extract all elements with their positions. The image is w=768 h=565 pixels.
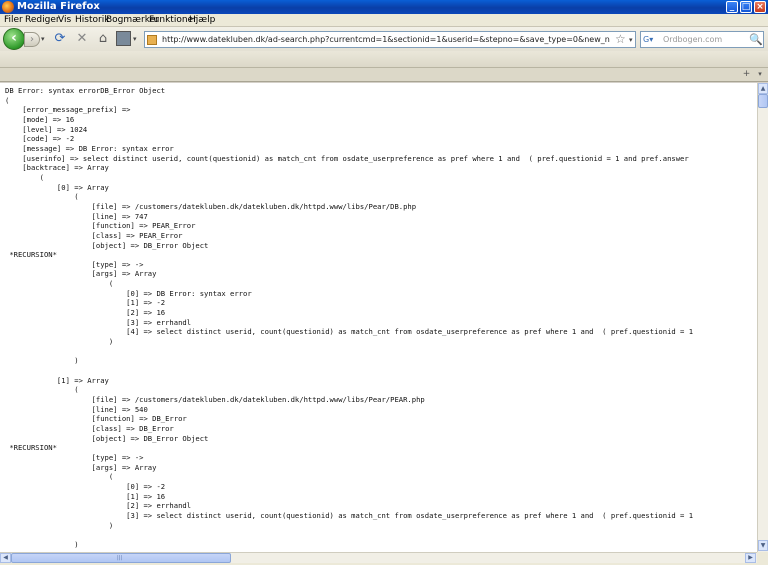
maximize-button[interactable]: □ [740, 1, 752, 13]
error-dump-line: [1] => -2 [5, 298, 166, 308]
error-dump-line: [message] => DB Error: syntax error [5, 143, 174, 153]
tab-list-dropdown-icon[interactable]: ▾ [754, 69, 766, 80]
error-dump-line: ) [5, 356, 79, 366]
error-dump-line: ) [5, 520, 114, 530]
error-dump-line: [line] => 540 [5, 404, 148, 414]
error-dump-line: [2] => 16 [5, 308, 166, 318]
error-dump-text: DB Error: syntax errorDB_Error Object ( … [0, 83, 757, 550]
home-icon[interactable]: ⌂ [95, 31, 111, 47]
search-engine-icon[interactable]: G▾ [643, 35, 653, 45]
search-bar[interactable]: G▾ Ordbogen.com 🔍 [640, 31, 764, 48]
scroll-down-button[interactable]: ▼ [758, 540, 768, 551]
menu-edit[interactable]: Rediger [25, 15, 60, 26]
error-dump-line: [error_message_prefix] => [5, 105, 131, 115]
back-button[interactable]: ‹ [3, 28, 25, 50]
error-dump-line: *RECURSION* [5, 443, 57, 453]
scroll-up-button[interactable]: ▲ [758, 83, 768, 94]
page-content: DB Error: syntax errorDB_Error Object ( … [0, 83, 757, 552]
error-dump-line: ( [5, 385, 79, 395]
vertical-scroll-thumb[interactable] [758, 94, 768, 108]
firefox-logo-icon [2, 1, 14, 13]
navigation-toolbar: ‹ › ▾ ⟳ ✕ ⌂ ▾ http://www.datekluben.dk/a… [0, 27, 768, 51]
minimize-button[interactable]: _ [726, 1, 738, 13]
error-dump-line: [args] => Array [5, 269, 157, 279]
addon-toolbar-icon[interactable] [116, 31, 131, 46]
search-icon[interactable]: 🔍 [749, 33, 763, 46]
error-dump-line: [userinfo] => select distinct userid, co… [5, 153, 689, 163]
error-dump-line: [type] => -> [5, 452, 144, 462]
error-dump-line: [0] => DB Error: syntax error [5, 288, 252, 298]
menu-help[interactable]: Hjælp [189, 15, 215, 26]
scroll-grip-icon: ||| [117, 555, 123, 561]
stop-icon[interactable]: ✕ [74, 31, 90, 47]
vertical-scrollbar[interactable]: ▲ ▼ [757, 83, 768, 552]
forward-button[interactable]: › [24, 32, 40, 47]
menu-history[interactable]: Historik [75, 15, 109, 26]
error-dump-line: [1] => Array [5, 375, 109, 385]
bookmarks-toolbar [0, 51, 768, 68]
error-dump-line: [backtrace] => Array [5, 163, 109, 173]
error-dump-line: ( [5, 472, 114, 482]
error-dump-line: [level] => 1024 [5, 124, 88, 134]
error-dump-line: [3] => select distinct userid, count(que… [5, 510, 694, 520]
error-dump-line: ( [5, 172, 44, 182]
address-bar[interactable]: http://www.datekluben.dk/ad-search.php?c… [144, 31, 636, 48]
menu-file[interactable]: Filer [4, 15, 23, 26]
error-dump-line: [code] => -2 [5, 134, 75, 144]
error-dump-line: [object] => DB_Error Object [5, 240, 209, 250]
error-dump-line: [function] => DB_Error [5, 414, 187, 424]
addon-dropdown-icon[interactable]: ▾ [133, 35, 137, 43]
error-dump-line: [type] => -> [5, 259, 144, 269]
error-dump-line: ( [5, 95, 10, 105]
menu-view[interactable]: Vis [58, 15, 71, 26]
history-dropdown-icon[interactable]: ▾ [41, 35, 45, 43]
bookmark-star-icon[interactable]: ☆ [615, 32, 626, 47]
menu-bar: Filer Rediger Vis Historik Bogmærker Fun… [0, 14, 768, 27]
scroll-left-button[interactable]: ◀ [0, 553, 11, 563]
error-dump-line: [args] => Array [5, 462, 157, 472]
error-dump-line: [file] => /customers/datekluben.dk/datek… [5, 395, 425, 404]
error-dump-line: [4] => select distinct userid, count(que… [5, 327, 694, 337]
error-dump-line: [0] => Array [5, 182, 109, 192]
error-dump-line: *RECURSION* [5, 250, 57, 260]
scrollbar-corner [757, 552, 768, 563]
error-dump-line: [3] => errhandl [5, 317, 192, 327]
site-favicon-icon [147, 35, 157, 45]
window-title: Mozilla Firefox [17, 1, 100, 12]
window-titlebar: Mozilla Firefox _ □ × [0, 0, 768, 14]
error-dump-line: DB Error: syntax errorDB_Error Object [5, 86, 166, 95]
error-dump-line: [mode] => 16 [5, 114, 75, 124]
error-dump-line: [0] => -2 [5, 481, 166, 491]
error-dump-line: ( [5, 192, 79, 202]
error-dump-line: [class] => PEAR_Error [5, 230, 183, 240]
horizontal-scroll-thumb[interactable]: ||| [11, 553, 231, 563]
url-history-dropdown-icon[interactable]: ▾ [629, 36, 633, 44]
error-dump-line: [file] => /customers/datekluben.dk/datek… [5, 201, 417, 211]
error-dump-line: [1] => 16 [5, 491, 166, 501]
tab-strip: + ▾ [0, 68, 768, 82]
reload-icon[interactable]: ⟳ [52, 31, 68, 47]
error-dump-line: [class] => DB_Error [5, 423, 174, 433]
close-window-button[interactable]: × [754, 1, 766, 13]
url-text[interactable]: http://www.datekluben.dk/ad-search.php?c… [162, 34, 610, 45]
scroll-right-button[interactable]: ▶ [745, 553, 756, 563]
error-dump-line: ( [5, 279, 114, 289]
search-input[interactable]: Ordbogen.com [663, 35, 722, 45]
horizontal-scrollbar[interactable]: ◀ ||| ▶ [0, 552, 757, 563]
error-dump-line: [function] => PEAR_Error [5, 221, 196, 231]
error-dump-line: [line] => 747 [5, 211, 148, 221]
error-dump-line: [2] => errhandl [5, 501, 192, 511]
new-tab-icon[interactable]: + [740, 69, 753, 80]
error-dump-line: ) [5, 539, 79, 549]
error-dump-line: ) [5, 337, 114, 347]
error-dump-line: [object] => DB_Error Object [5, 433, 209, 443]
